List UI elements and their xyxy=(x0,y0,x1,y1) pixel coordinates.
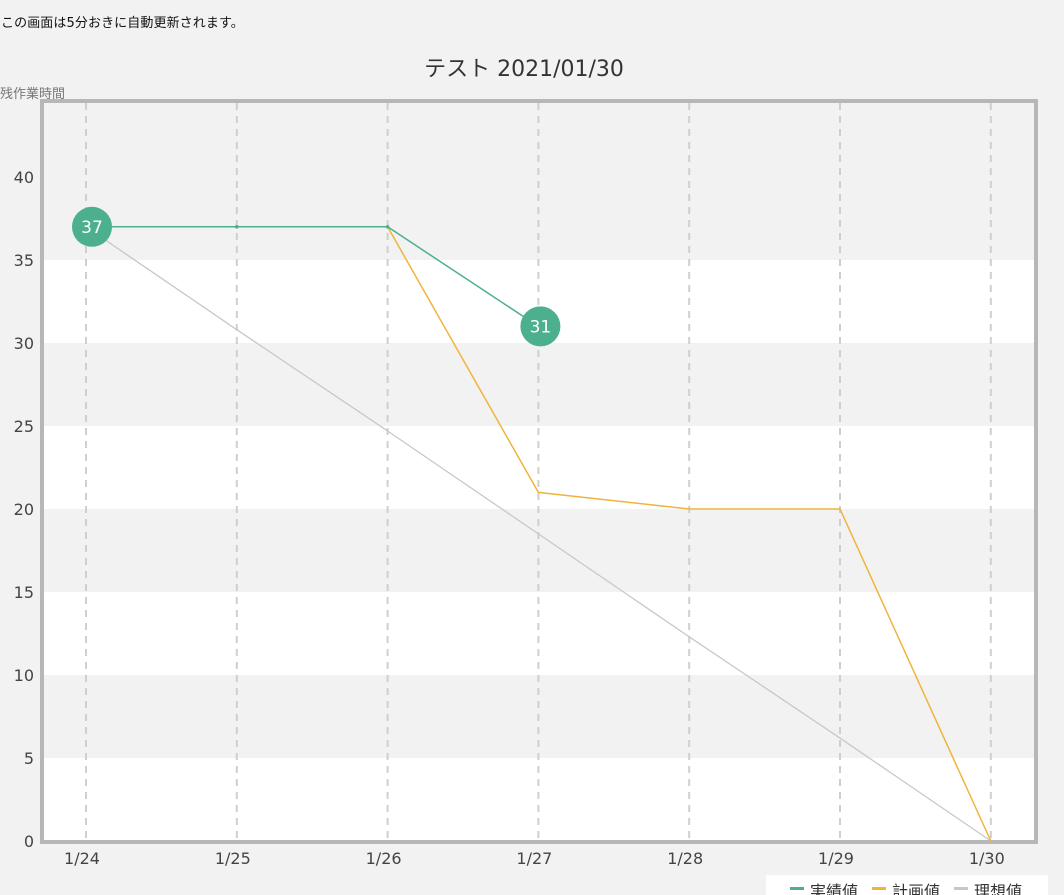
x-tick-label: 1/24 xyxy=(64,849,100,868)
y-tick-label: 20 xyxy=(14,500,34,519)
legend-swatch xyxy=(872,887,887,890)
y-tick-label: 25 xyxy=(14,417,34,436)
chart-title: テスト 2021/01/30 xyxy=(424,57,624,82)
data-label: 31 xyxy=(530,317,552,337)
y-tick-label: 10 xyxy=(14,666,34,685)
y-tick-label: 5 xyxy=(24,749,34,768)
legend-label-ideal: 理想値 xyxy=(974,882,1023,895)
chart-legend: 実績値 計画値 理想値 xyxy=(766,875,1048,895)
data-point-actual xyxy=(235,225,239,229)
y-tick-label: 40 xyxy=(14,168,34,187)
y-tick-label: 30 xyxy=(14,334,34,353)
x-tick-label: 1/29 xyxy=(818,849,854,868)
y-tick-label: 0 xyxy=(24,832,34,851)
legend-swatch xyxy=(954,887,969,890)
x-tick-label: 1/27 xyxy=(516,849,552,868)
y-tick-label: 15 xyxy=(14,583,34,602)
data-label: 37 xyxy=(81,218,103,238)
legend-label-plan: 計画値 xyxy=(892,882,941,895)
x-tick-label: 1/30 xyxy=(969,849,1005,868)
x-tick-label: 1/26 xyxy=(366,849,402,868)
legend-item-actual[interactable]: 実績値 xyxy=(790,878,858,895)
legend-item-plan[interactable]: 計画値 xyxy=(872,878,940,895)
data-point-actual xyxy=(385,225,390,229)
x-tick-label: 1/25 xyxy=(215,849,251,868)
y-tick-label: 35 xyxy=(14,251,34,270)
x-tick-label: 1/28 xyxy=(667,849,703,868)
legend-swatch xyxy=(790,887,804,890)
legend-label-actual: 実績値 xyxy=(810,882,859,895)
burndown-chart: テスト 2021/01/30残作業時間05101520253035401/24 1… xyxy=(0,57,1038,868)
legend-item-ideal[interactable]: 理想値 xyxy=(954,878,1022,895)
